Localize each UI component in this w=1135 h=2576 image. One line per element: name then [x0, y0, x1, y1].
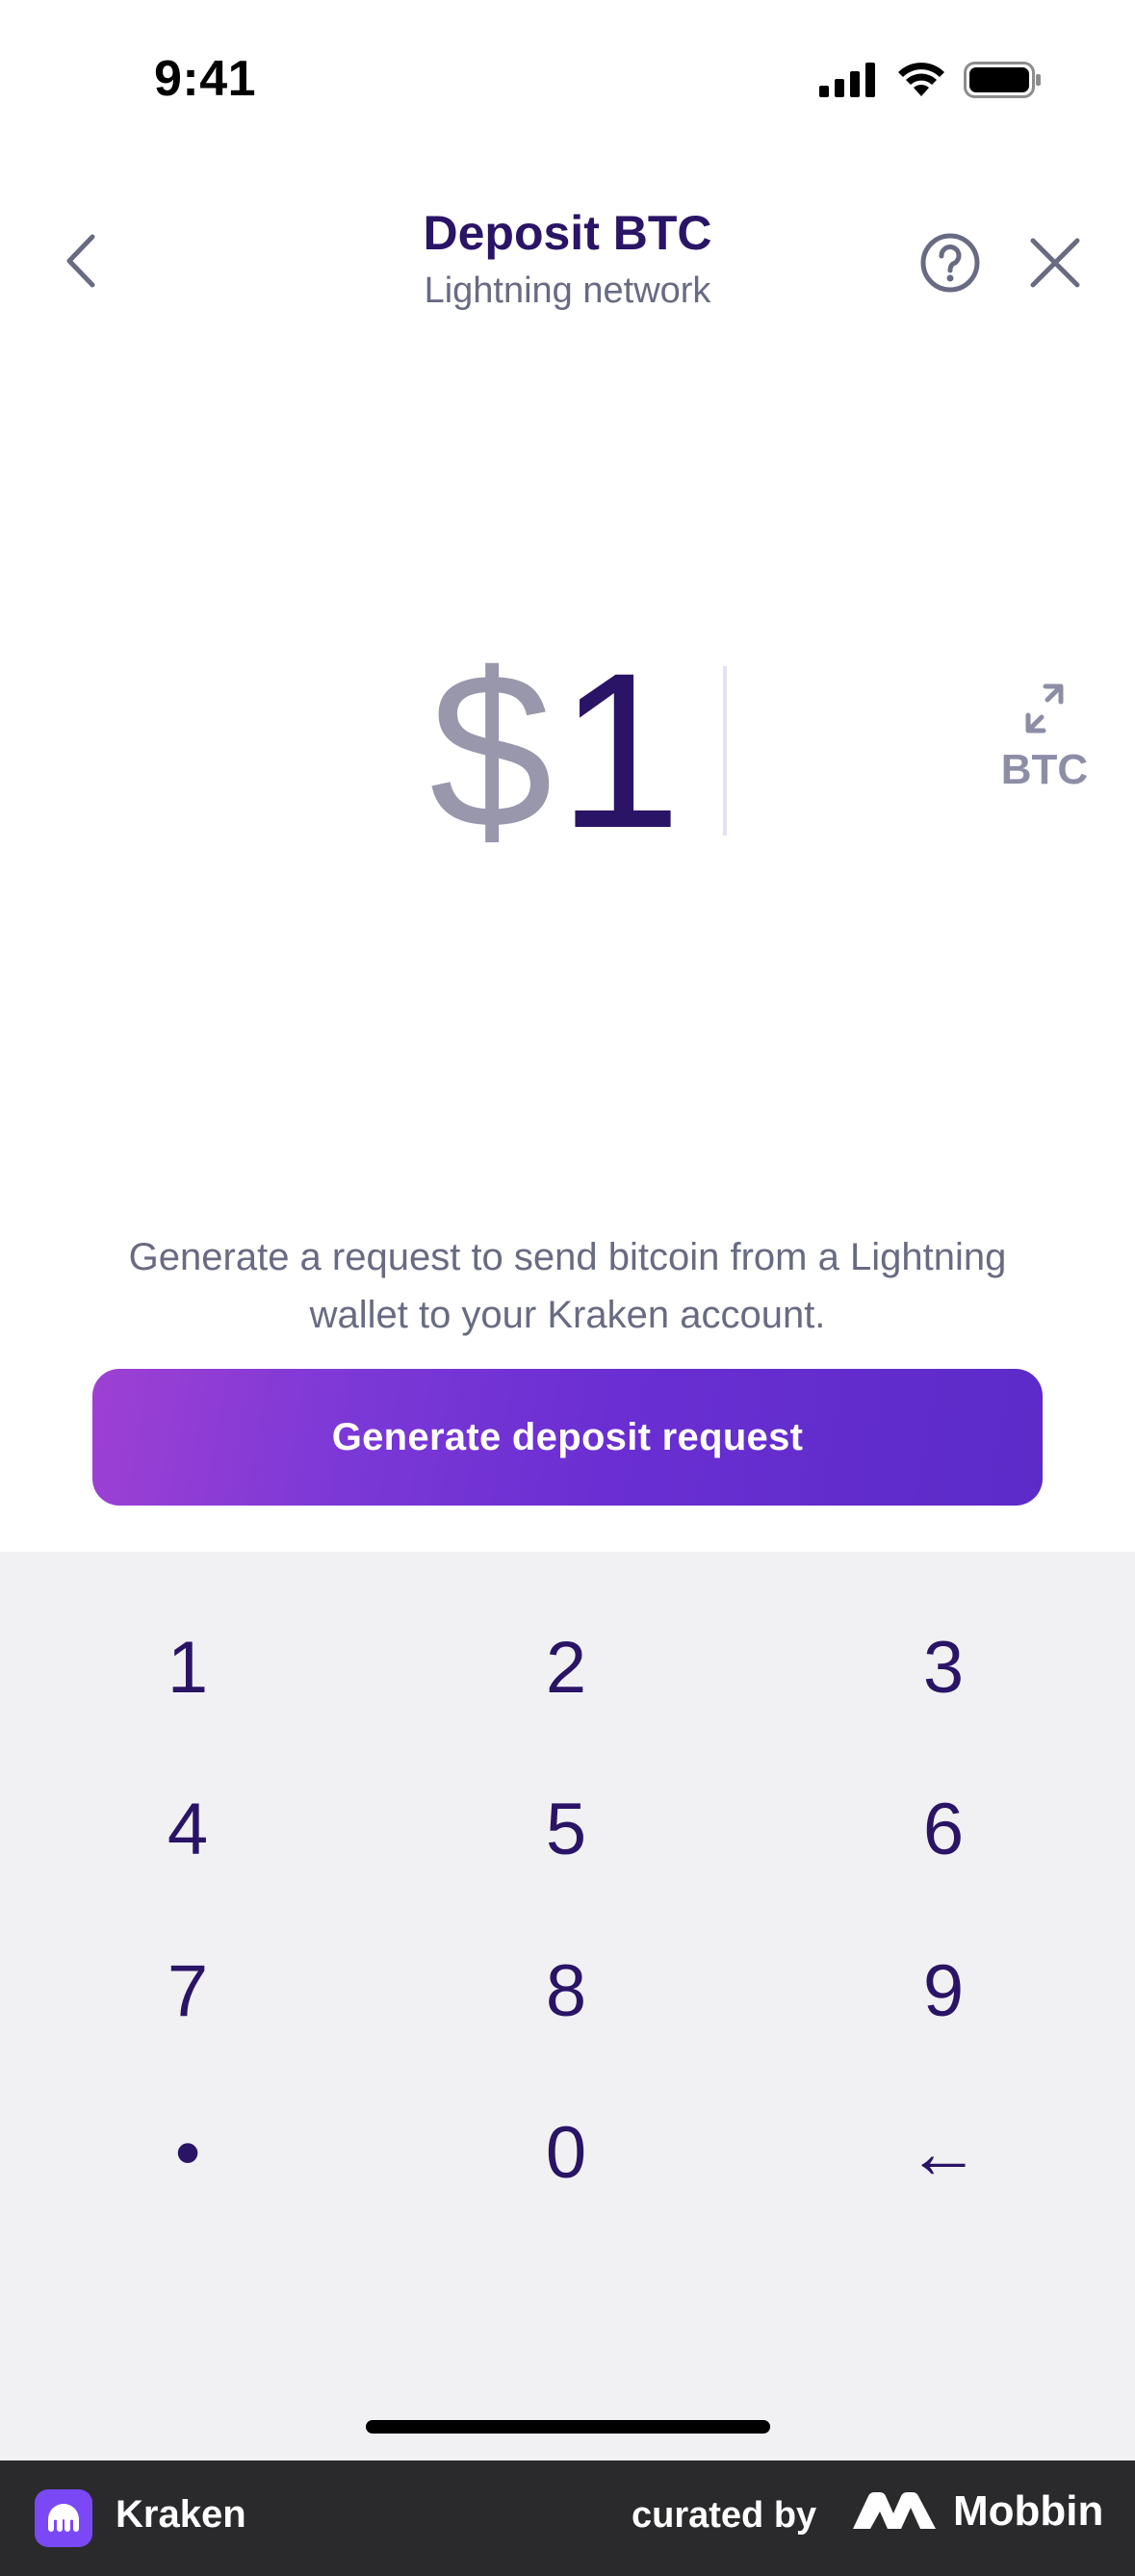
key-3[interactable]: 3: [847, 1600, 1040, 1735]
cellular-signal-icon: [819, 63, 875, 97]
currency-toggle-label: BTC: [1000, 746, 1089, 793]
key-backspace[interactable]: ←: [847, 2085, 1040, 2220]
generate-deposit-request-button[interactable]: Generate deposit request: [92, 1369, 1043, 1506]
mobbin-brand: Mobbin: [851, 2487, 1103, 2536]
key-decimal[interactable]: •: [91, 2085, 284, 2220]
key-5[interactable]: 5: [470, 1762, 662, 1896]
close-button[interactable]: [1026, 229, 1084, 296]
help-button[interactable]: [918, 231, 982, 295]
currency-symbol: $: [429, 627, 553, 874]
text-caret: [723, 666, 727, 836]
key-2[interactable]: 2: [470, 1600, 662, 1735]
key-0[interactable]: 0: [470, 2085, 662, 2220]
key-4[interactable]: 4: [91, 1762, 284, 1896]
kraken-logo-icon: [35, 2489, 92, 2547]
currency-toggle-button[interactable]: BTC: [992, 679, 1097, 804]
footer-brand-name: Mobbin: [953, 2487, 1104, 2535]
footer-curated-by: curated by: [632, 2495, 817, 2536]
home-indicator[interactable]: [366, 2420, 770, 2434]
key-7[interactable]: 7: [91, 1923, 284, 2058]
deposit-description: Generate a request to send bitcoin from …: [128, 1236, 1007, 1336]
mobbin-logo-icon: [853, 2492, 936, 2529]
status-bar: 9:41: [0, 0, 1135, 164]
wifi-icon: [898, 63, 944, 96]
key-9[interactable]: 9: [847, 1923, 1040, 2058]
header: Deposit BTC Lightning network: [0, 193, 1135, 337]
key-1[interactable]: 1: [91, 1600, 284, 1735]
amount-display: $1 BTC: [0, 626, 1135, 876]
amount-value-group: $1: [429, 626, 682, 876]
status-icons: [819, 62, 1043, 98]
key-6[interactable]: 6: [847, 1762, 1040, 1896]
footer-app-name: Kraken: [116, 2493, 246, 2536]
footer-bar: Kraken curated by Mobbin: [0, 2460, 1135, 2576]
swap-arrows-icon: [1025, 683, 1064, 734]
close-icon: [1030, 238, 1080, 288]
kraken-mark-icon: [48, 2504, 79, 2532]
battery-icon: [964, 62, 1041, 98]
question-circle-icon: [920, 233, 980, 293]
key-8[interactable]: 8: [470, 1923, 662, 2058]
amount-value: 1: [557, 627, 682, 874]
status-time: 9:41: [154, 51, 257, 107]
numeric-keypad: 1 2 3 4 5 6 7 8 9 • 0 ←: [0, 1552, 1135, 2460]
